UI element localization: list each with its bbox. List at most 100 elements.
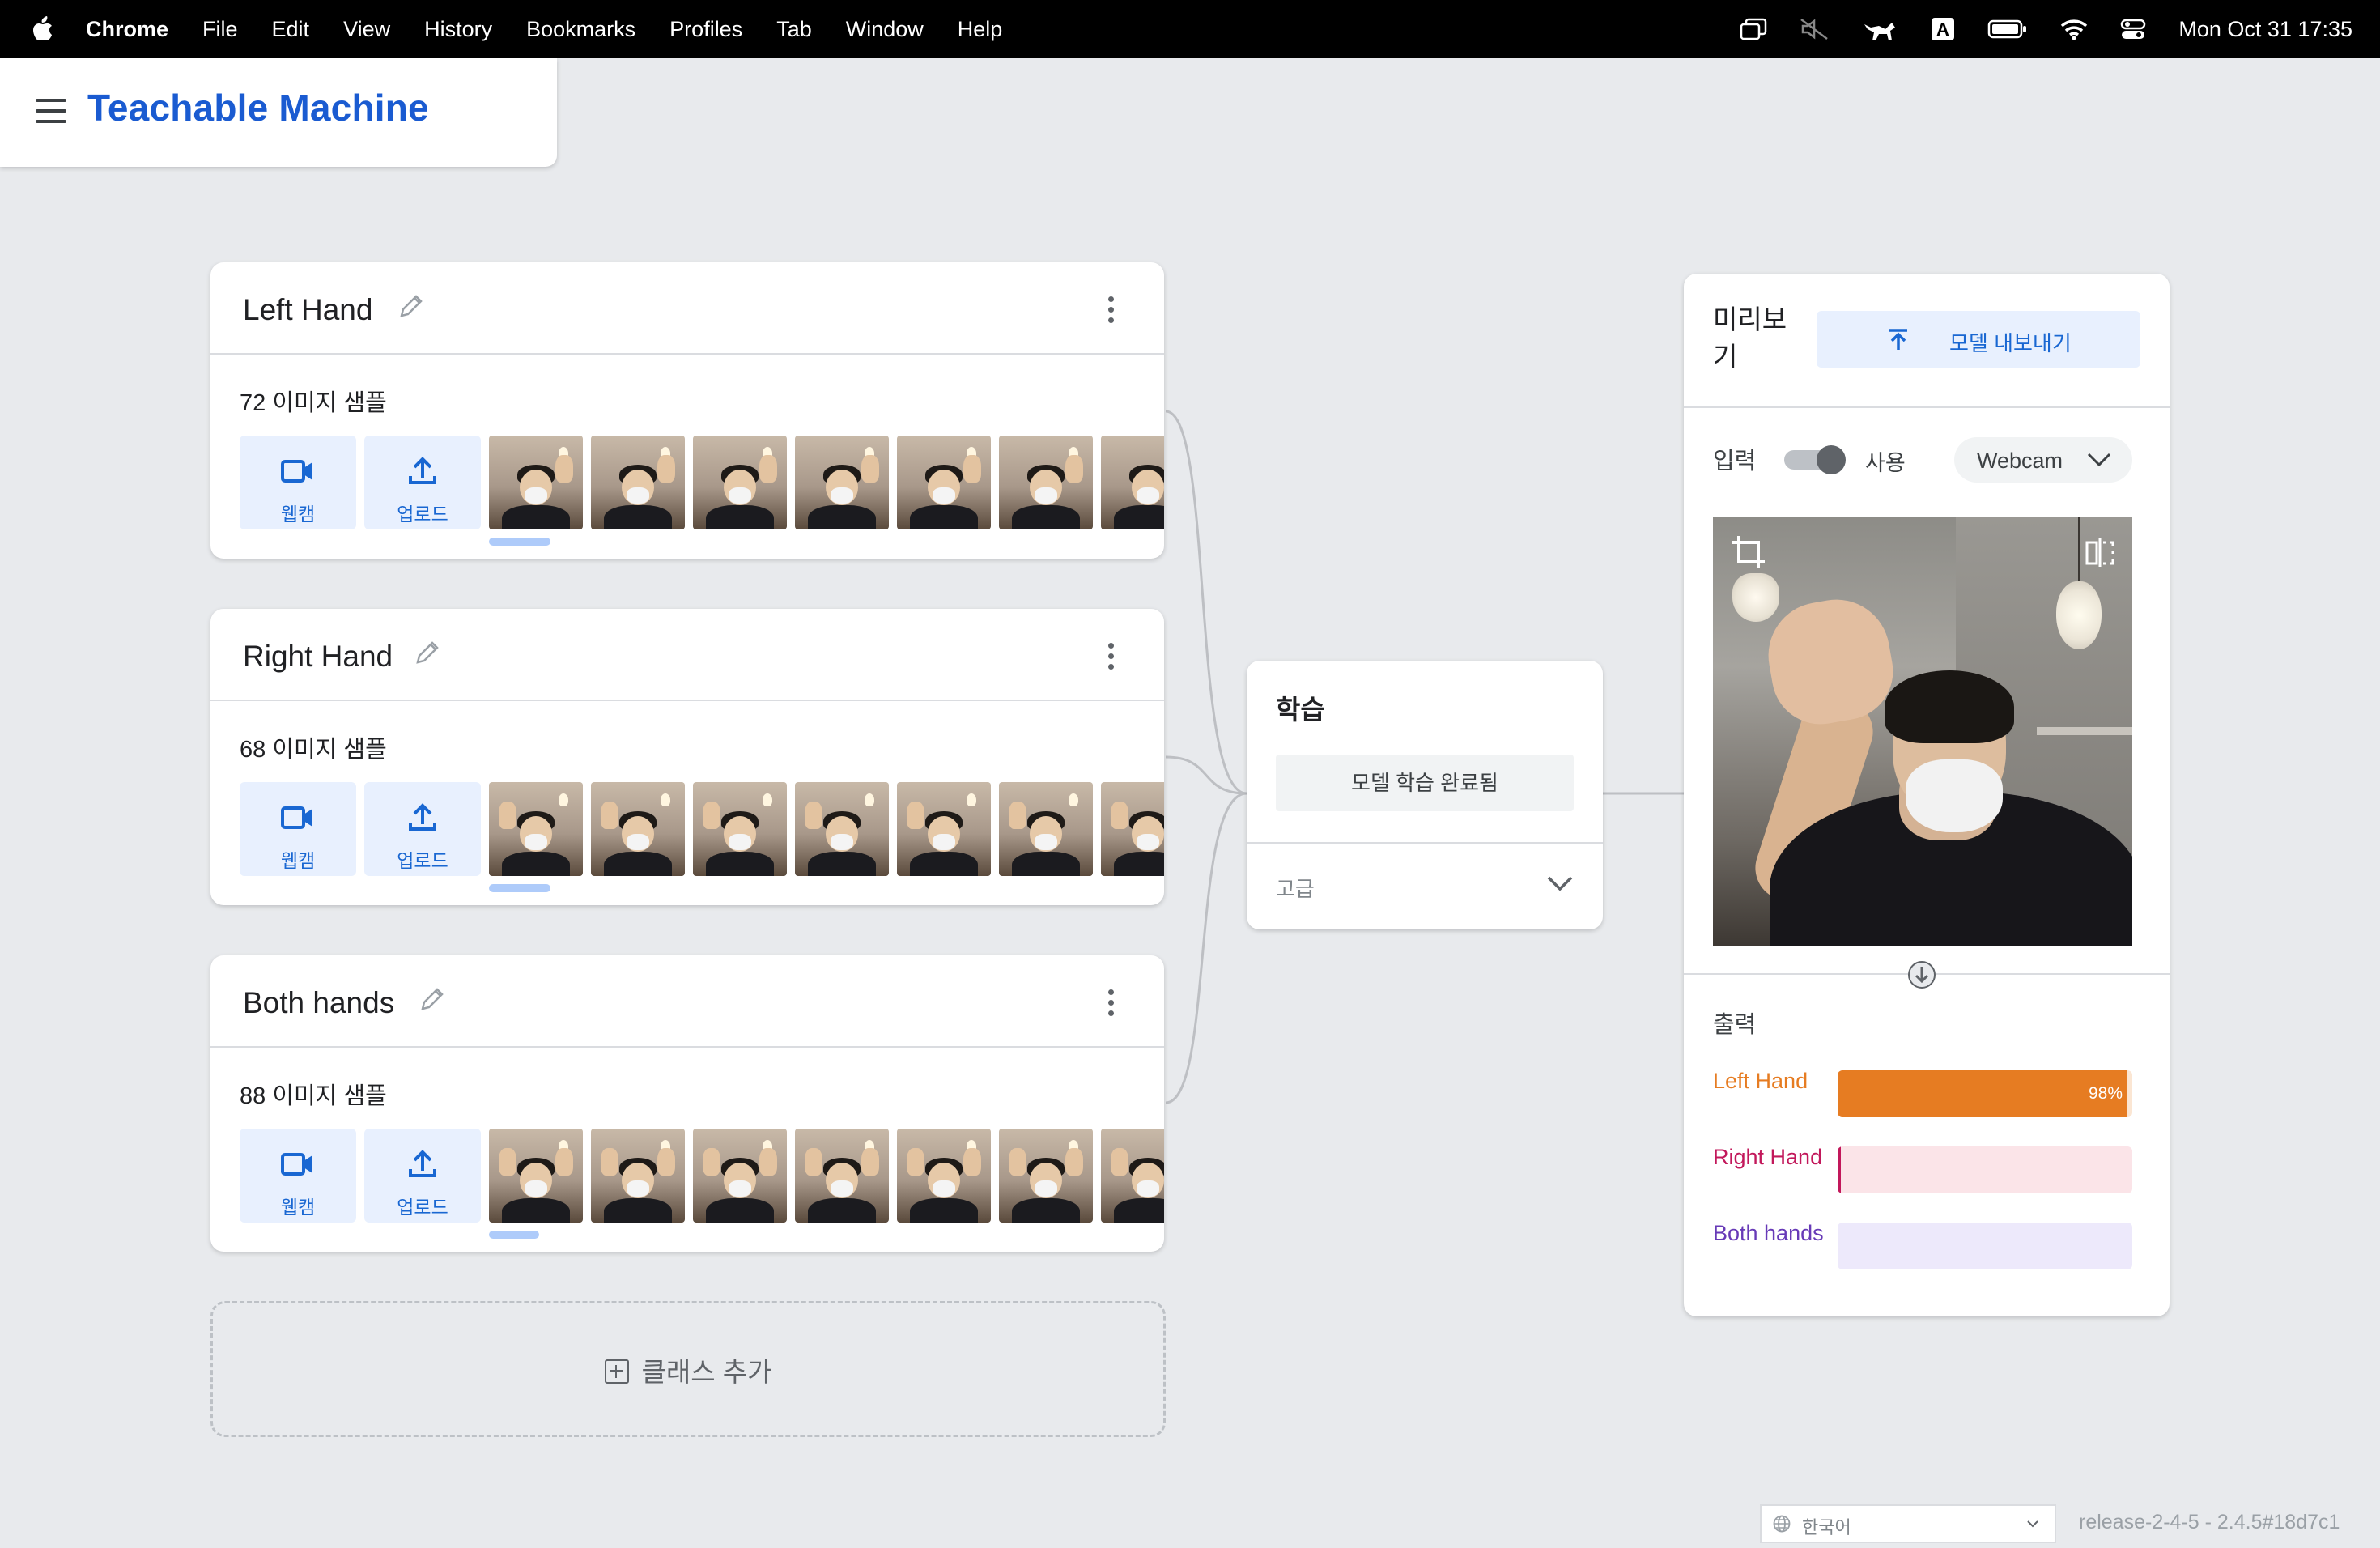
sample-thumbnails[interactable] bbox=[489, 782, 1164, 876]
video-camera-icon bbox=[281, 1153, 312, 1176]
menu-app-name[interactable]: Chrome bbox=[86, 17, 168, 42]
sample-thumbnail[interactable] bbox=[897, 436, 991, 529]
menu-bookmarks[interactable]: Bookmarks bbox=[526, 17, 635, 42]
sample-thumbnail[interactable] bbox=[693, 782, 787, 876]
output-label: 출력 bbox=[1713, 1012, 1757, 1038]
sample-thumbnail[interactable] bbox=[1101, 436, 1164, 529]
sample-thumbnail[interactable] bbox=[999, 436, 1093, 529]
webcam-preview-feed bbox=[1713, 517, 2132, 946]
preview-title: 미리보기 bbox=[1713, 304, 1787, 372]
sample-thumbnail[interactable] bbox=[693, 436, 787, 529]
upload-button[interactable]: 업로드 bbox=[364, 436, 481, 529]
input-toggle-switch[interactable] bbox=[1784, 445, 1846, 474]
screen-mirror-icon[interactable] bbox=[1740, 18, 1767, 40]
edit-pencil-icon[interactable] bbox=[416, 985, 448, 1017]
sample-thumbnail[interactable] bbox=[795, 782, 889, 876]
add-class-button[interactable]: 클래스 추가 bbox=[210, 1301, 1166, 1437]
hamburger-menu-icon[interactable] bbox=[36, 99, 66, 123]
menu-window[interactable]: Window bbox=[846, 17, 924, 42]
sample-count: 68 이미지 샘플 bbox=[240, 737, 387, 763]
confidence-bar bbox=[1838, 1146, 2132, 1193]
app-title[interactable]: Teachable Machine bbox=[87, 86, 429, 130]
menu-tab[interactable]: Tab bbox=[776, 17, 812, 42]
sample-thumbnails[interactable] bbox=[489, 436, 1164, 529]
menu-profiles[interactable]: Profiles bbox=[669, 17, 742, 42]
menu-edit[interactable]: Edit bbox=[272, 17, 310, 42]
sample-thumbnail[interactable] bbox=[489, 782, 583, 876]
sample-thumbnail[interactable] bbox=[1101, 1129, 1164, 1223]
upload-label: 업로드 bbox=[397, 1197, 448, 1218]
webcam-button[interactable]: 웹캠 bbox=[240, 436, 356, 529]
thumbnail-scrollbar[interactable] bbox=[489, 884, 550, 892]
edit-pencil-icon[interactable] bbox=[411, 638, 444, 670]
menu-bar-clock[interactable]: Mon Oct 31 17:35 bbox=[2178, 17, 2352, 42]
sample-thumbnail[interactable] bbox=[897, 782, 991, 876]
sample-thumbnail[interactable] bbox=[489, 436, 583, 529]
video-camera-icon bbox=[281, 806, 312, 829]
sample-thumbnail[interactable] bbox=[795, 1129, 889, 1223]
class-name[interactable]: Right Hand bbox=[243, 640, 393, 674]
output-row-both-hands: Both hands bbox=[1713, 1219, 2150, 1279]
add-class-label: 클래스 추가 bbox=[641, 1357, 772, 1387]
thumbnail-scrollbar[interactable] bbox=[489, 1231, 539, 1239]
more-options-icon[interactable] bbox=[1107, 989, 1116, 1019]
edit-pencil-icon[interactable] bbox=[395, 291, 427, 324]
add-box-icon bbox=[604, 1359, 629, 1384]
sample-thumbnail[interactable] bbox=[1101, 782, 1164, 876]
confidence-bar: 98% bbox=[1838, 1070, 2132, 1117]
divider bbox=[1684, 406, 2170, 408]
language-value: 한국어 bbox=[1802, 1517, 1851, 1537]
input-label: 입력 bbox=[1713, 449, 1757, 474]
battery-icon[interactable] bbox=[1987, 19, 2028, 40]
apple-logo-icon[interactable] bbox=[31, 16, 53, 42]
upload-label: 업로드 bbox=[397, 850, 448, 871]
preview-panel: 미리보기 모델 내보내기 입력 사용 Webcam 출력 Left Hand 9… bbox=[1684, 274, 2170, 1316]
input-source-A-icon[interactable]: A bbox=[1931, 17, 1955, 41]
output-class-label: Left Hand bbox=[1713, 1069, 1808, 1093]
input-source-dropdown[interactable]: Webcam bbox=[1954, 437, 2132, 483]
menu-file[interactable]: File bbox=[202, 17, 238, 42]
webcam-button[interactable]: 웹캠 bbox=[240, 1129, 356, 1223]
more-options-icon[interactable] bbox=[1107, 643, 1116, 672]
webcam-label: 웹캠 bbox=[280, 504, 316, 525]
menu-help[interactable]: Help bbox=[958, 17, 1003, 42]
language-select[interactable]: 한국어 bbox=[1760, 1504, 2056, 1543]
thumbnail-scrollbar[interactable] bbox=[489, 538, 550, 546]
upload-button[interactable]: 업로드 bbox=[364, 782, 481, 876]
webcam-button[interactable]: 웹캠 bbox=[240, 782, 356, 876]
webcam-label: 웹캠 bbox=[280, 850, 316, 871]
class-name[interactable]: Both hands bbox=[243, 986, 394, 1020]
menu-history[interactable]: History bbox=[424, 17, 492, 42]
control-center-icon[interactable] bbox=[2120, 18, 2146, 40]
advanced-toggle-label[interactable]: 고급 bbox=[1276, 873, 1315, 903]
upload-button[interactable]: 업로드 bbox=[364, 1129, 481, 1223]
train-model-button[interactable]: 모델 학습 완료됨 bbox=[1276, 755, 1574, 811]
sample-thumbnail[interactable] bbox=[591, 1129, 685, 1223]
input-source-value: Webcam bbox=[1977, 449, 2063, 473]
output-row-left-hand: Left Hand 98% bbox=[1713, 1067, 2150, 1127]
sample-thumbnail[interactable] bbox=[999, 1129, 1093, 1223]
wifi-icon[interactable] bbox=[2060, 18, 2088, 40]
crop-icon[interactable] bbox=[1731, 534, 1766, 570]
cat-app-icon[interactable] bbox=[1863, 16, 1898, 42]
sample-thumbnail[interactable] bbox=[897, 1129, 991, 1223]
more-options-icon[interactable] bbox=[1107, 296, 1116, 325]
flip-camera-icon[interactable] bbox=[2084, 536, 2116, 568]
confidence-bar bbox=[1838, 1223, 2132, 1269]
upload-icon bbox=[409, 803, 436, 831]
class-name[interactable]: Left Hand bbox=[243, 293, 372, 327]
sample-thumbnail[interactable] bbox=[489, 1129, 583, 1223]
chevron-down-icon[interactable] bbox=[1546, 874, 1574, 892]
sample-thumbnails[interactable] bbox=[489, 1129, 1164, 1223]
app-header: Teachable Machine bbox=[0, 58, 557, 167]
sample-thumbnail[interactable] bbox=[999, 782, 1093, 876]
export-model-button[interactable]: 모델 내보내기 bbox=[1817, 311, 2140, 368]
sample-thumbnail[interactable] bbox=[795, 436, 889, 529]
sample-thumbnail[interactable] bbox=[591, 436, 685, 529]
release-version: release-2-4-5 - 2.4.5#18d7c1 bbox=[2079, 1511, 2340, 1533]
mute-icon[interactable] bbox=[1800, 18, 1830, 40]
macos-menu-bar: Chrome File Edit View History Bookmarks … bbox=[0, 0, 2380, 58]
menu-view[interactable]: View bbox=[343, 17, 390, 42]
sample-thumbnail[interactable] bbox=[693, 1129, 787, 1223]
sample-thumbnail[interactable] bbox=[591, 782, 685, 876]
